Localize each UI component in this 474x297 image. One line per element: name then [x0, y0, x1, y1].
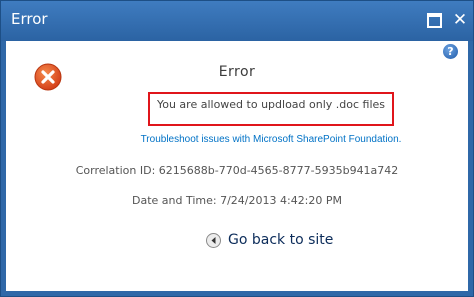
- maximize-icon[interactable]: [427, 13, 442, 28]
- close-icon[interactable]: ✕: [451, 11, 469, 29]
- back-arrow-icon: [206, 233, 221, 248]
- go-back-label: Go back to site: [228, 232, 334, 248]
- error-heading: Error: [218, 64, 256, 80]
- title-bar: Error ✕: [1, 1, 473, 41]
- date-and-time: Date and Time: 7/24/2013 4:42:20 PM: [131, 194, 343, 207]
- dialog-title: Error: [11, 10, 48, 28]
- error-message: You are allowed to updload only .doc fil…: [156, 98, 386, 111]
- dialog-content: ? Error You are allowed to updload only …: [6, 41, 468, 291]
- correlation-id: Correlation ID: 6215688b-770d-4565-8777-…: [75, 164, 399, 177]
- help-icon[interactable]: ?: [443, 44, 458, 59]
- error-dialog: Error ✕ ? Error You are allowed to updlo…: [0, 0, 474, 297]
- troubleshoot-link[interactable]: Troubleshoot issues with Microsoft Share…: [6, 134, 474, 145]
